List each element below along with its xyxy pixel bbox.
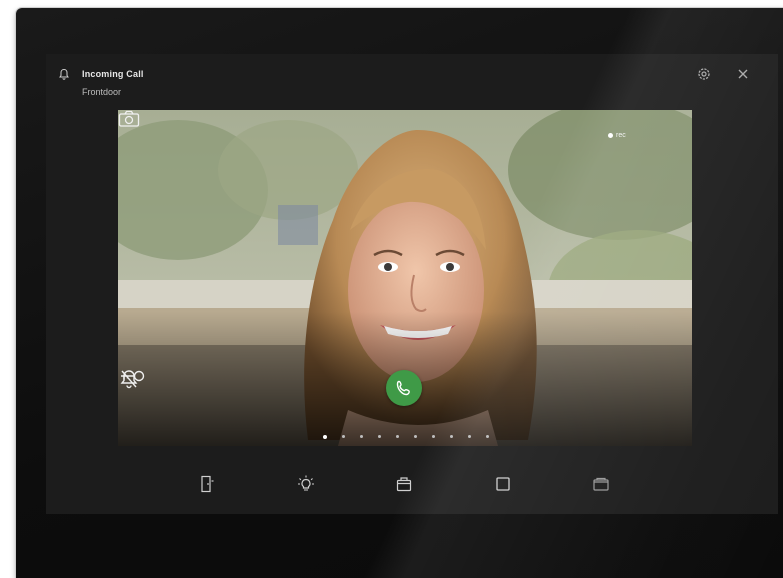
call-controls (118, 368, 692, 408)
call-header: Incoming Call Frontdoor (46, 54, 778, 114)
close-icon[interactable] (736, 67, 750, 81)
door-camera-feed: rec (118, 110, 692, 446)
call-title: Incoming Call (82, 69, 144, 79)
bell-icon (59, 68, 69, 80)
live-label: rec (616, 132, 626, 139)
answer-button[interactable] (386, 370, 422, 406)
phone-icon (396, 380, 410, 396)
key-icon[interactable] (118, 368, 146, 384)
page-indicator (323, 428, 504, 439)
live-indicator: rec (608, 132, 626, 139)
camera-icon[interactable] (118, 110, 140, 128)
call-location: Frontdoor (82, 87, 122, 97)
call-screen: Incoming Call Frontdoor rec (46, 54, 778, 514)
settings-icon[interactable] (697, 67, 711, 81)
folder-icon[interactable] (591, 474, 611, 494)
square-icon[interactable] (493, 474, 513, 494)
intercom-device: Incoming Call Frontdoor rec (16, 8, 783, 578)
live-dot (608, 132, 613, 138)
mailbox-icon[interactable] (394, 474, 414, 494)
bottom-toolbar (46, 464, 778, 504)
page-dot[interactable] (323, 434, 327, 439)
light-icon[interactable] (296, 474, 316, 494)
door-icon[interactable] (196, 474, 216, 494)
